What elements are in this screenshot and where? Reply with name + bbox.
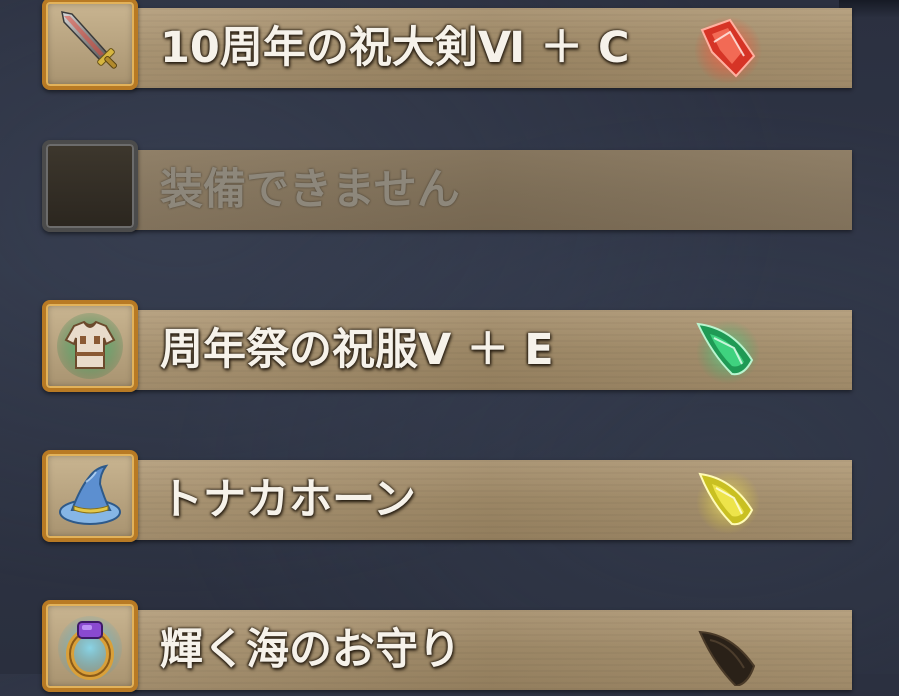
item-slot-head[interactable] <box>42 450 138 542</box>
wizard-hat-icon <box>59 464 121 525</box>
item-name: 10周年の祝大剣Ⅵ ＋ C <box>160 23 630 73</box>
yellow-gem-icon <box>696 470 760 534</box>
item-name: 周年祭の祝服Ⅴ ＋ E <box>160 325 554 375</box>
item-name-disabled: 装備できません <box>160 165 460 215</box>
equipment-row-accessory[interactable]: 輝く海のお守り <box>42 600 852 696</box>
red-gem-icon <box>694 16 762 84</box>
equipment-row-head[interactable]: トナカホーン <box>42 450 852 546</box>
green-gem-icon <box>696 320 760 384</box>
item-slot-weapon[interactable] <box>42 0 138 90</box>
equipment-row-disabled[interactable]: 装備できません <box>42 140 852 236</box>
greatsword-icon <box>61 11 118 69</box>
item-slot-armor[interactable] <box>42 300 138 392</box>
item-slot-empty[interactable] <box>42 140 138 232</box>
ring-icon <box>58 616 122 680</box>
item-name: トナカホーン <box>160 475 416 525</box>
equipment-row-weapon[interactable]: 10周年の祝大剣Ⅵ ＋ C <box>42 0 852 94</box>
item-slot-accessory[interactable] <box>42 600 138 692</box>
black-gem-icon <box>698 630 756 686</box>
tunic-icon <box>57 313 123 379</box>
equipment-row-armor[interactable]: 周年祭の祝服Ⅴ ＋ E <box>42 300 852 396</box>
item-name: 輝く海のお守り <box>160 625 461 675</box>
